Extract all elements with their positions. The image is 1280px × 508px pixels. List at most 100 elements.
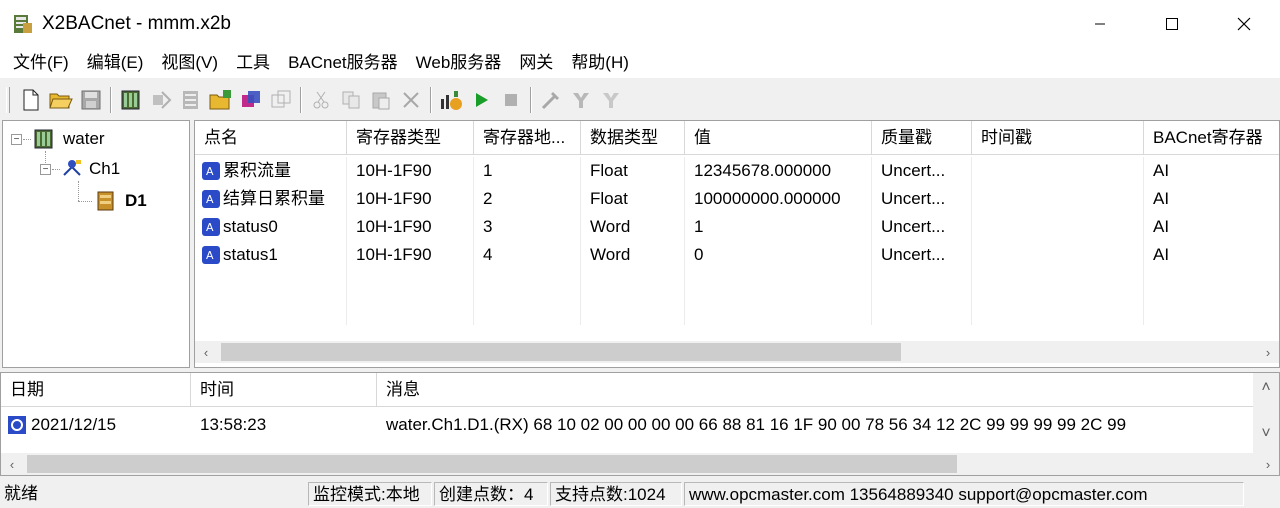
log-vertical-scrollbar[interactable]: ˄ ˅	[1253, 373, 1279, 453]
menu-view[interactable]: 视图(V)	[152, 48, 227, 78]
column-header-bacnet-register[interactable]: BACnet寄存器	[1144, 121, 1279, 155]
cell-timestamp	[972, 157, 1144, 185]
cell-name: A 累积流量	[195, 157, 347, 185]
menu-file[interactable]: 文件(F)	[4, 48, 78, 78]
menu-help[interactable]: 帮助(H)	[562, 48, 638, 78]
scroll-down-icon[interactable]: ˅	[1253, 421, 1279, 447]
scroll-track[interactable]	[23, 453, 1257, 475]
tree-node-water[interactable]: water	[33, 127, 105, 151]
export-icon[interactable]	[266, 85, 296, 115]
cell-name: A status1	[195, 241, 347, 269]
column-header-value[interactable]: 值	[685, 121, 872, 155]
cell-register-type: 10H-1F90	[347, 157, 474, 185]
column-header-name[interactable]: 点名	[195, 121, 347, 155]
message-log: 日期 时间 消息 2021/12/15 13:58:23 water.Ch1.D…	[0, 372, 1280, 476]
paste-icon[interactable]	[366, 85, 396, 115]
status-supported-points: 支持点数:1024	[550, 482, 682, 506]
menu-gateway[interactable]: 网关	[510, 48, 562, 78]
add-point-icon[interactable]	[176, 85, 206, 115]
cell-address: 2	[474, 185, 581, 213]
device-icon	[97, 191, 114, 211]
close-button[interactable]	[1208, 0, 1280, 48]
menu-bacnet-server[interactable]: BACnet服务器	[279, 48, 407, 78]
settings-icon[interactable]	[566, 85, 596, 115]
point-name: 结算日累积量	[223, 189, 325, 208]
tree-connector	[52, 169, 60, 170]
points-grid: 点名 寄存器类型 寄存器地... 数据类型 值 质量戳 时间戳 BACnet寄存…	[194, 120, 1280, 368]
cell-register-type: 10H-1F90	[347, 213, 474, 241]
column-header-quality[interactable]: 质量戳	[872, 121, 972, 155]
cell-address: 4	[474, 241, 581, 269]
cell-quality: Uncert...	[872, 213, 972, 241]
cell-bacnet: AI	[1144, 185, 1279, 213]
scroll-thumb[interactable]	[221, 343, 901, 361]
toolbar-separator	[300, 87, 302, 113]
table-row[interactable]: A 累积流量 10H-1F90 1 Float 12345678.000000 …	[195, 157, 1279, 185]
cell-data-type: Float	[581, 157, 685, 185]
cell-value: 12345678.000000	[685, 157, 872, 185]
open-folder-icon[interactable]	[46, 85, 76, 115]
scroll-thumb[interactable]	[27, 455, 957, 473]
table-row[interactable]: A status1 10H-1F90 4 Word 0 Uncert... AI	[195, 241, 1279, 269]
table-row[interactable]: A status0 10H-1F90 3 Word 1 Uncert... AI	[195, 213, 1279, 241]
run-icon[interactable]	[466, 85, 496, 115]
scroll-left-icon[interactable]: ‹	[1, 453, 23, 475]
cell-quality: Uncert...	[872, 157, 972, 185]
menu-edit[interactable]: 编辑(E)	[78, 48, 153, 78]
menu-bar: 文件(F) 编辑(E) 视图(V) 工具 BACnet服务器 Web服务器 网关…	[0, 48, 1280, 78]
log-column-time[interactable]: 时间	[191, 373, 377, 407]
table-row[interactable]: A 结算日累积量 10H-1F90 2 Float 100000000.0000…	[195, 185, 1279, 213]
settings-2-icon[interactable]	[596, 85, 626, 115]
log-column-message[interactable]: 消息	[377, 373, 1253, 407]
scroll-right-icon[interactable]: ›	[1257, 341, 1279, 363]
import-icon[interactable]	[206, 85, 236, 115]
bacnet-icon[interactable]	[236, 85, 266, 115]
tree-label-d1: D1	[125, 191, 147, 210]
minimize-button[interactable]	[1064, 0, 1136, 48]
svg-text:A: A	[206, 221, 214, 234]
cell-bacnet: AI	[1144, 213, 1279, 241]
tree-label-ch1: Ch1	[89, 159, 121, 178]
copy-icon[interactable]	[336, 85, 366, 115]
save-icon[interactable]	[76, 85, 106, 115]
column-header-register-address[interactable]: 寄存器地...	[474, 121, 581, 155]
scroll-track[interactable]	[217, 341, 1257, 363]
monitor-icon[interactable]	[436, 85, 466, 115]
tools-icon[interactable]	[536, 85, 566, 115]
scroll-left-icon[interactable]: ‹	[195, 341, 217, 363]
log-entry[interactable]: 2021/12/15 13:58:23 water.Ch1.D1.(RX) 68…	[1, 411, 1279, 439]
log-column-date[interactable]: 日期	[1, 373, 191, 407]
scroll-right-icon[interactable]: ›	[1257, 453, 1279, 475]
cell-address: 3	[474, 213, 581, 241]
tree-node-d1[interactable]: D1	[95, 189, 147, 213]
tree-channel-expander[interactable]: −	[40, 164, 51, 175]
menu-tools[interactable]: 工具	[227, 48, 279, 78]
empty-row	[195, 297, 1279, 325]
column-header-timestamp[interactable]: 时间戳	[972, 121, 1144, 155]
status-created-points: 创建点数：4	[434, 482, 548, 506]
tree-root-expander[interactable]: −	[11, 134, 22, 145]
scroll-up-icon[interactable]: ˄	[1253, 375, 1279, 401]
toolbar-grip[interactable]	[6, 87, 10, 113]
log-horizontal-scrollbar[interactable]: ‹ ›	[1, 453, 1279, 475]
delete-icon[interactable]	[396, 85, 426, 115]
column-header-register-type[interactable]: 寄存器类型	[347, 121, 474, 155]
tree-node-ch1[interactable]: Ch1	[61, 157, 120, 181]
add-channel-icon[interactable]	[116, 85, 146, 115]
point-name: 累积流量	[223, 161, 291, 180]
new-file-icon[interactable]	[16, 85, 46, 115]
status-mode: 监控模式:本地	[308, 482, 432, 506]
channel-group-icon	[34, 129, 53, 149]
tree-connector	[78, 181, 79, 201]
maximize-button[interactable]	[1136, 0, 1208, 48]
cell-bacnet: AI	[1144, 241, 1279, 269]
menu-web-server[interactable]: Web服务器	[407, 48, 511, 78]
grid-horizontal-scrollbar[interactable]: ‹ ›	[195, 341, 1279, 363]
cell-data-type: Word	[581, 213, 685, 241]
stop-icon[interactable]	[496, 85, 526, 115]
add-device-icon[interactable]	[146, 85, 176, 115]
cut-icon[interactable]	[306, 85, 336, 115]
column-header-data-type[interactable]: 数据类型	[581, 121, 685, 155]
cell-register-type: 10H-1F90	[347, 185, 474, 213]
point-tag-icon: A	[202, 190, 220, 208]
